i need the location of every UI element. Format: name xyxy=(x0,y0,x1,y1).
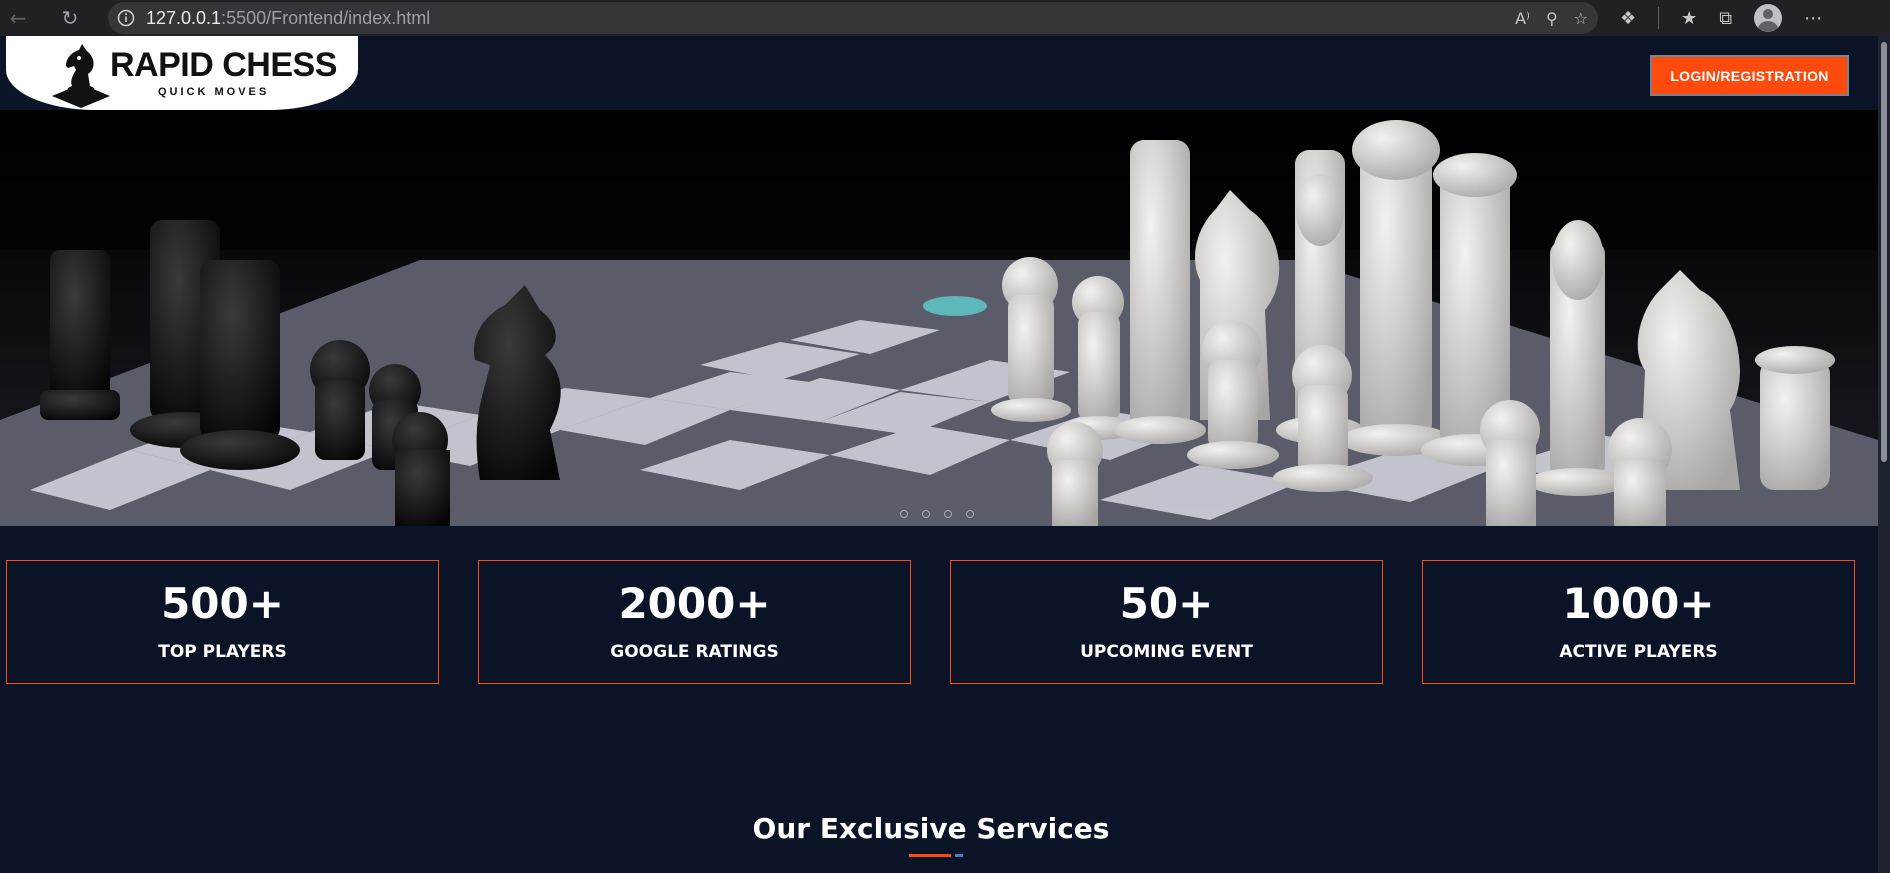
carousel-indicators xyxy=(900,510,974,518)
site-header: RAPID CHESS QUICK MOVES LOGIN/REGISTRATI… xyxy=(0,36,1878,110)
stat-value: 50+ xyxy=(1119,579,1214,628)
toolbar-separator xyxy=(1658,7,1660,29)
favorites-icon[interactable]: ★ xyxy=(1681,8,1697,29)
back-icon[interactable]: ← xyxy=(0,0,36,36)
stat-card-upcoming-event: 50+ UPCOMING EVENT xyxy=(950,560,1383,684)
browser-toolbar: ← ↻ 127.0.0.1:5500/Frontend/index.html A… xyxy=(0,0,1890,36)
carousel-dot[interactable] xyxy=(944,510,952,518)
page-content: RAPID CHESS QUICK MOVES LOGIN/REGISTRATI… xyxy=(0,36,1878,873)
address-bar[interactable]: 127.0.0.1:5500/Frontend/index.html A⁾ ⚲ … xyxy=(108,2,1598,34)
stat-label: UPCOMING EVENT xyxy=(1080,642,1253,662)
scrollbar-thumb[interactable] xyxy=(1881,42,1887,462)
refresh-icon[interactable]: ↻ xyxy=(52,0,88,36)
more-menu-icon[interactable]: ⋯ xyxy=(1804,8,1822,29)
url-text: 127.0.0.1:5500/Frontend/index.html xyxy=(144,8,430,29)
collections-icon[interactable]: ⧉ xyxy=(1719,8,1732,29)
site-info-icon[interactable] xyxy=(108,2,144,34)
url-host: 127.0.0.1 xyxy=(146,7,222,28)
add-favorite-icon[interactable]: ☆ xyxy=(1574,9,1588,28)
carousel-dot[interactable] xyxy=(966,510,974,518)
extensions-icon[interactable]: ❖ xyxy=(1620,8,1636,29)
stats-section: 500+ TOP PLAYERS 2000+ GOOGLE RATINGS 50… xyxy=(6,560,1856,684)
stat-value: 2000+ xyxy=(618,579,771,628)
page-scrollbar[interactable] xyxy=(1878,36,1890,873)
logo-subtitle: QUICK MOVES xyxy=(158,86,270,98)
stat-label: TOP PLAYERS xyxy=(158,642,287,662)
chessboard-image xyxy=(0,110,1878,526)
hero-carousel xyxy=(0,110,1878,526)
stat-label: ACTIVE PLAYERS xyxy=(1559,642,1718,662)
read-aloud-icon[interactable]: A⁾ xyxy=(1515,9,1530,28)
stat-card-top-players: 500+ TOP PLAYERS xyxy=(6,560,439,684)
zoom-icon[interactable]: ⚲ xyxy=(1546,9,1558,28)
stat-value: 1000+ xyxy=(1562,579,1715,628)
stat-value: 500+ xyxy=(161,579,284,628)
carousel-dot[interactable] xyxy=(900,510,908,518)
stat-card-google-ratings: 2000+ GOOGLE RATINGS xyxy=(478,560,911,684)
logo-title: RAPID CHESS xyxy=(110,46,337,84)
stat-card-active-players: 1000+ ACTIVE PLAYERS xyxy=(1422,560,1855,684)
heading-underline-accent xyxy=(955,854,963,857)
login-registration-button[interactable]: LOGIN/REGISTRATION xyxy=(1650,55,1849,96)
heading-underline xyxy=(909,854,951,857)
carousel-dot[interactable] xyxy=(922,510,930,518)
site-logo[interactable]: RAPID CHESS QUICK MOVES xyxy=(6,36,358,110)
services-heading: Our Exclusive Services xyxy=(752,812,1110,845)
stat-label: GOOGLE RATINGS xyxy=(610,642,779,662)
knight-logo-icon xyxy=(52,44,110,108)
profile-avatar[interactable] xyxy=(1754,4,1783,32)
url-path: :5500/Frontend/index.html xyxy=(221,7,431,28)
